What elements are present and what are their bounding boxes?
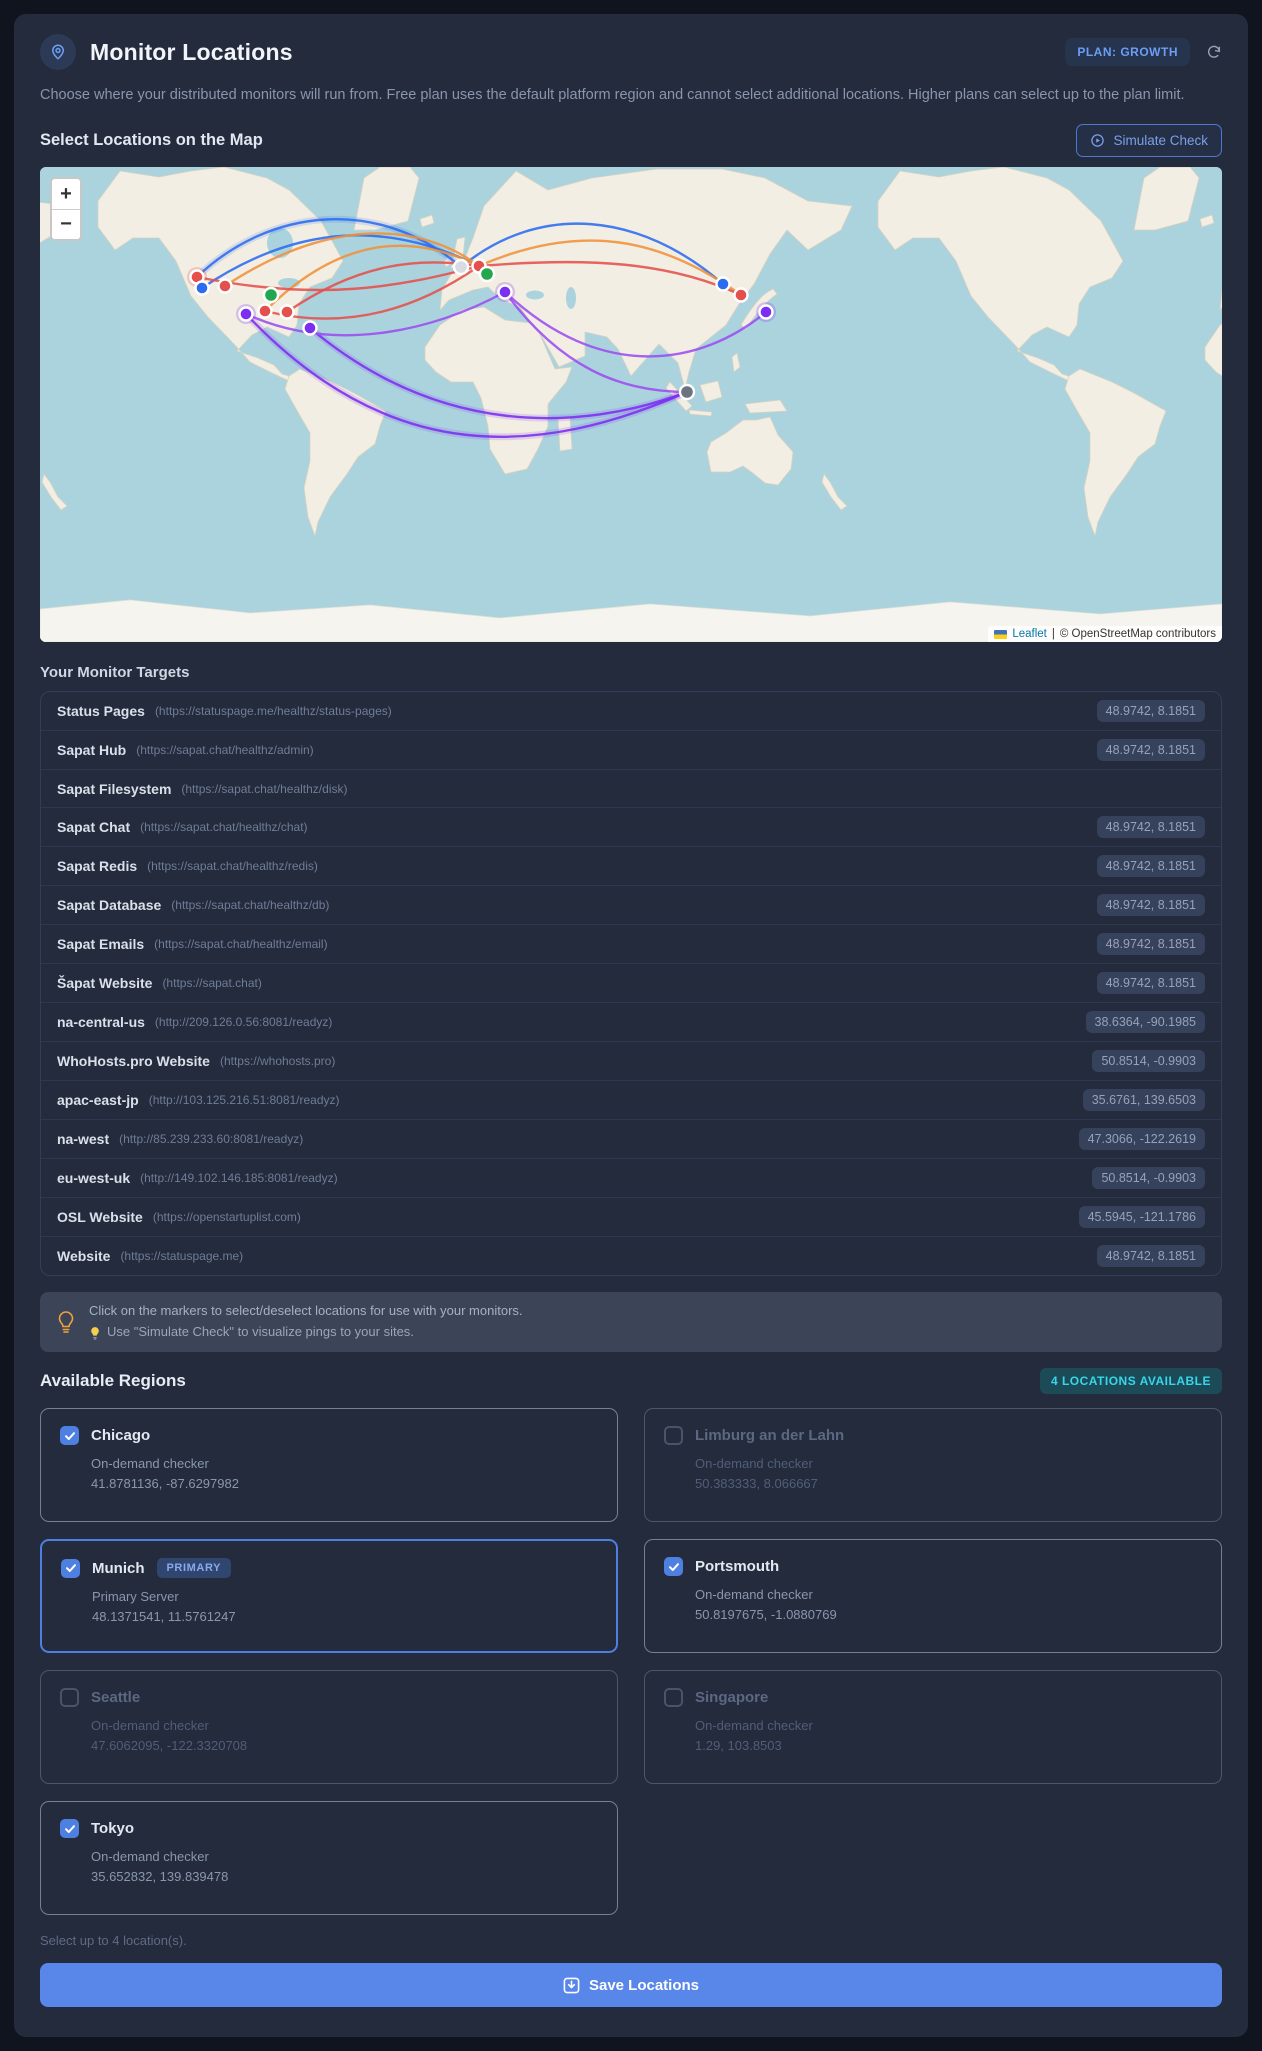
- tip-line-1: Click on the markers to select/deselect …: [89, 1303, 523, 1319]
- coords-badge: 45.5945, -121.1786: [1078, 1206, 1205, 1229]
- locations-available-badge: 4 LOCATIONS AVAILABLE: [1039, 1368, 1222, 1395]
- monitor-locations-panel: Monitor Locations PLAN: GROWTH Choose wh…: [14, 14, 1248, 2037]
- play-circle-icon: [1091, 134, 1105, 148]
- target-row: Sapat Chat (https://sapat.chat/healthz/ch…: [41, 808, 1221, 848]
- coords-badge: 50.8514, -0.9903: [1092, 1167, 1205, 1190]
- target-row: Sapat Emails (https://sapat.chat/healthz/…: [41, 925, 1221, 965]
- primary-badge: PRIMARY: [156, 1558, 232, 1579]
- region-card-limburg[interactable]: Limburg an der Lahn On-demand checker 50…: [644, 1408, 1222, 1523]
- plan-badge: PLAN: GROWTH: [1065, 38, 1190, 66]
- header: Monitor Locations PLAN: GROWTH: [40, 34, 1222, 70]
- leaflet-link[interactable]: Leaflet: [1012, 628, 1047, 640]
- coords-badge: 48.9742, 8.1851: [1096, 972, 1205, 995]
- target-row: WhoHosts.pro Website (https://whohosts.pr…: [41, 1042, 1221, 1082]
- coords-badge: 47.3066, -122.2619: [1078, 1128, 1205, 1151]
- coords-badge: 38.6364, -90.1985: [1085, 1011, 1205, 1034]
- coords-badge: 50.8514, -0.9903: [1092, 1050, 1205, 1073]
- target-row: eu-west-uk (http://149.102.146.185:8081/r…: [41, 1159, 1221, 1199]
- map-marker[interactable]: [497, 284, 513, 301]
- zoom-out-button[interactable]: −: [52, 209, 80, 240]
- checkbox-unchecked[interactable]: [664, 1426, 683, 1446]
- coords-badge: 35.6761, 139.6503: [1082, 1089, 1205, 1112]
- tip-line-2: Use "Simulate Check" to visualize pings …: [107, 1324, 414, 1340]
- refresh-icon[interactable]: [1206, 44, 1222, 60]
- coords-badge: 48.9742, 8.1851: [1096, 855, 1205, 878]
- save-icon: [563, 1977, 580, 1993]
- osm-attribution[interactable]: © OpenStreetMap contributors: [1060, 628, 1216, 640]
- coords-badge: 48.9742, 8.1851: [1096, 739, 1205, 762]
- location-pin-icon: [40, 34, 76, 70]
- map-canvas: [40, 167, 1222, 643]
- coords-badge: 48.9742, 8.1851: [1096, 933, 1205, 956]
- target-row: OSL Website (https://openstartuplist.com)…: [41, 1198, 1221, 1238]
- map-marker[interactable]: [758, 304, 774, 321]
- map-marker[interactable]: [257, 303, 273, 320]
- page-title: Monitor Locations: [90, 38, 293, 65]
- region-card-portsmouth[interactable]: Portsmouth On-demand checker 50.8197675,…: [644, 1539, 1222, 1654]
- target-row: Sapat Filesystem (https://sapat.chat/heal…: [41, 770, 1221, 809]
- ukraine-flag-icon: [994, 629, 1008, 639]
- simulate-check-button[interactable]: Simulate Check: [1076, 124, 1222, 158]
- checkbox-unchecked[interactable]: [664, 1688, 683, 1708]
- save-locations-button[interactable]: Save Locations: [40, 1963, 1222, 2008]
- region-card-singapore[interactable]: Singapore On-demand checker 1.29, 103.85…: [644, 1670, 1222, 1785]
- coords-badge: 48.9742, 8.1851: [1096, 1245, 1205, 1268]
- checkbox-checked[interactable]: [61, 1558, 80, 1578]
- selection-limit-note: Select up to 4 location(s).: [40, 1933, 187, 1949]
- map-section-title: Select Locations on the Map: [40, 131, 263, 150]
- checkbox-checked[interactable]: [60, 1426, 79, 1446]
- map-marker[interactable]: [715, 276, 731, 293]
- map-attribution: Leaflet | © OpenStreetMap contributors: [988, 626, 1222, 643]
- region-card-tokyo[interactable]: Tokyo On-demand checker 35.652832, 139.8…: [40, 1801, 618, 1916]
- map-marker[interactable]: [678, 384, 696, 401]
- page-description: Choose where your distributed monitors w…: [40, 87, 1185, 103]
- checkbox-checked[interactable]: [664, 1557, 683, 1577]
- map-marker[interactable]: [262, 287, 280, 304]
- regions-heading: Available Regions: [40, 1371, 186, 1391]
- map-marker[interactable]: [194, 280, 210, 297]
- targets-heading: Your Monitor Targets: [40, 664, 190, 682]
- world-map[interactable]: + − Leaflet | © OpenStreetMap contributo…: [40, 167, 1222, 643]
- region-card-seattle[interactable]: Seattle On-demand checker 47.6062095, -1…: [40, 1670, 618, 1785]
- coords-badge: 48.9742, 8.1851: [1096, 700, 1205, 723]
- bulb-icon: [91, 1326, 99, 1340]
- target-row: apac-east-jp (http://103.125.216.51:8081/…: [41, 1081, 1221, 1121]
- map-zoom-control: + −: [50, 177, 82, 242]
- region-card-chicago[interactable]: Chicago On-demand checker 41.8781136, -8…: [40, 1408, 618, 1523]
- coords-badge: 48.9742, 8.1851: [1096, 816, 1205, 839]
- target-row: Šapat Website (https://sapat.chat) 48.9742…: [41, 964, 1221, 1004]
- target-row: Sapat Database (https://sapat.chat/health…: [41, 886, 1221, 926]
- lightbulb-icon: [58, 1311, 74, 1334]
- map-marker[interactable]: [733, 287, 749, 304]
- target-row: Status Pages (https://statuspage.me/healt…: [41, 692, 1221, 732]
- target-row: Website (https://statuspage.me) 48.9742, 8…: [41, 1237, 1221, 1275]
- region-card-munich[interactable]: Munich PRIMARY Primary Server 48.1371541…: [40, 1539, 618, 1654]
- checkbox-checked[interactable]: [60, 1819, 79, 1839]
- target-row: Sapat Redis (https://sapat.chat/healthz/r…: [41, 847, 1221, 887]
- map-marker[interactable]: [302, 320, 318, 337]
- target-row: na-west (http://85.239.233.60:8081/readyz…: [41, 1120, 1221, 1160]
- zoom-in-button[interactable]: +: [52, 179, 80, 210]
- checkbox-unchecked[interactable]: [60, 1688, 79, 1708]
- targets-list: Status Pages (https://statuspage.me/healt…: [40, 691, 1222, 1277]
- target-row: na-central-us (http://209.126.0.56:8081/r…: [41, 1003, 1221, 1043]
- map-marker[interactable]: [217, 278, 233, 295]
- map-marker[interactable]: [279, 304, 295, 321]
- map-marker[interactable]: [452, 259, 470, 276]
- target-row: Sapat Hub (https://sapat.chat/healthz/adm…: [41, 731, 1221, 771]
- coords-badge: 48.9742, 8.1851: [1096, 894, 1205, 917]
- regions-grid: Chicago On-demand checker 41.8781136, -8…: [40, 1408, 1222, 1916]
- tip-box: Click on the markers to select/deselect …: [40, 1292, 1222, 1353]
- map-marker[interactable]: [238, 306, 254, 323]
- map-marker[interactable]: [478, 266, 496, 283]
